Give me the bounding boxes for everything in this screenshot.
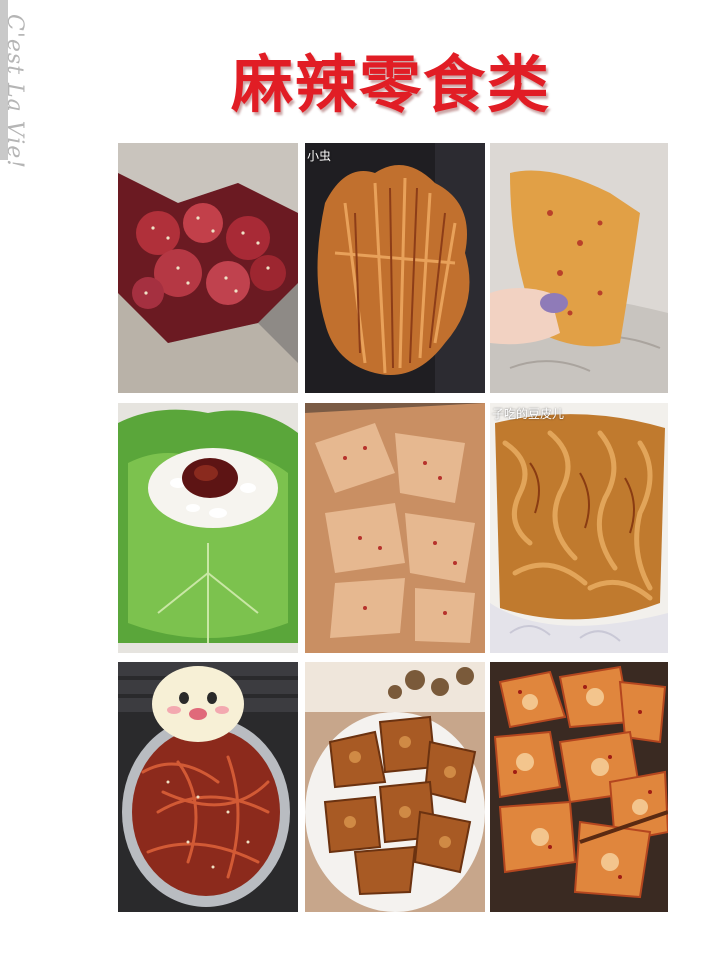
photo-overlay-text: 子吃的豆皮儿: [492, 407, 565, 421]
spicy-fried-tofu-photo: [490, 662, 668, 912]
spicy-gluten-strip-photo: [490, 143, 668, 393]
spicy-tofu-skin-noodles-photo: 子吃的豆皮儿: [490, 403, 668, 653]
spicy-beef-cubes-photo: [118, 143, 298, 393]
spicy-tofu-skin-plate-photo: [305, 403, 485, 653]
spicy-tofu-skin-bundle-photo: 小虫: [305, 143, 485, 393]
photo-overlay-text: 小虫: [307, 149, 332, 163]
cartoon-face-sticker: [152, 666, 244, 742]
spicy-shredded-squid-photo: [118, 662, 298, 912]
lettuce-rice-wrap-photo: [118, 403, 298, 653]
page-title: 麻辣零食类: [230, 48, 551, 121]
braised-tofu-pieces-photo: [305, 662, 485, 912]
